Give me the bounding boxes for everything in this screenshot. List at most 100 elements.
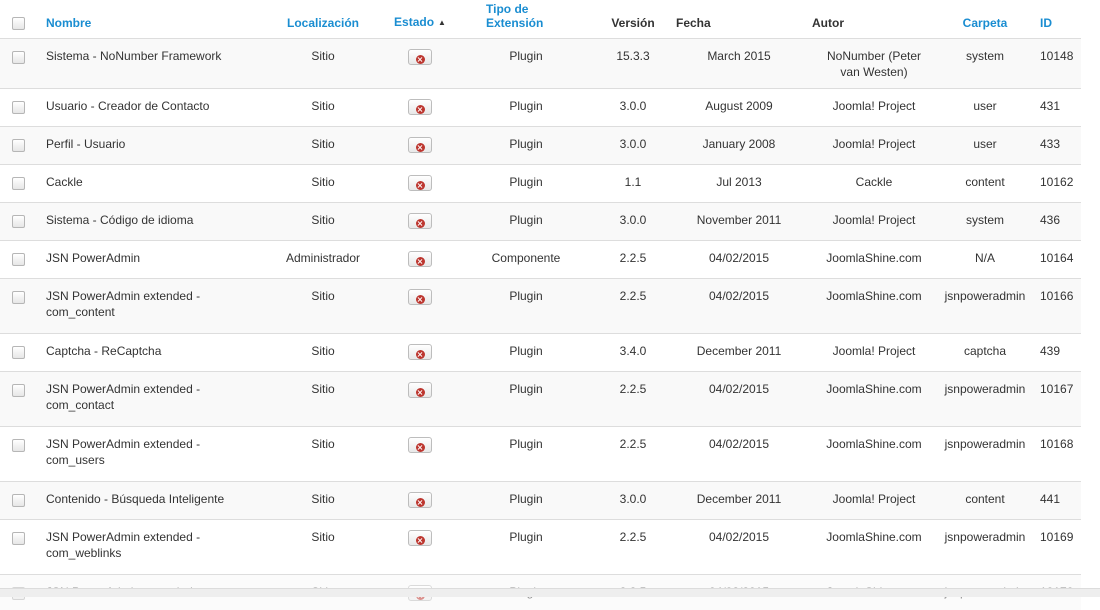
status-toggle-button[interactable]: × [408,437,432,453]
disabled-x-icon: × [416,443,425,452]
cell-select [0,127,36,165]
cell-tipo: Componente [452,241,600,279]
cell-tipo: Plugin [452,520,600,575]
cell-id: 10166 [1034,279,1081,334]
disabled-x-icon: × [416,181,425,190]
cell-carpeta: content [936,482,1034,520]
col-header-nombre[interactable]: Nombre [36,0,258,39]
disabled-x-icon: × [416,143,425,152]
cell-localizacion: Sitio [258,89,388,127]
row-checkbox[interactable] [12,494,25,507]
cell-version: 2.2.5 [600,241,666,279]
disabled-x-icon: × [416,295,425,304]
status-toggle-button[interactable]: × [408,492,432,508]
cell-localizacion: Sitio [258,520,388,575]
cell-version: 15.3.3 [600,39,666,89]
cell-localizacion: Sitio [258,482,388,520]
cell-select [0,372,36,427]
row-checkbox[interactable] [12,384,25,397]
cell-nombre: Perfil - Usuario [36,127,258,165]
status-toggle-button[interactable]: × [408,99,432,115]
cell-id: 439 [1034,334,1081,372]
cell-nombre: JSN PowerAdmin extended - com_content [36,279,258,334]
cell-select [0,203,36,241]
row-checkbox[interactable] [12,139,25,152]
extensions-table: Nombre Localización Estado▲ Tipo de Exte… [0,0,1081,610]
cell-fecha: Jul 2013 [666,165,812,203]
col-header-carpeta[interactable]: Carpeta [936,0,1034,39]
table-row: Sistema - NoNumber FrameworkSitio×Plugin… [0,39,1081,89]
cell-estado: × [388,241,452,279]
row-checkbox[interactable] [12,346,25,359]
cell-estado: × [388,279,452,334]
status-toggle-button[interactable]: × [408,530,432,546]
status-toggle-button[interactable]: × [408,251,432,267]
cell-localizacion: Sitio [258,372,388,427]
cell-fecha: January 2008 [666,127,812,165]
cell-autor: Joomla! Project [812,203,936,241]
cell-fecha: 04/02/2015 [666,279,812,334]
cell-autor: Joomla! Project [812,89,936,127]
row-checkbox[interactable] [12,101,25,114]
cell-localizacion: Sitio [258,334,388,372]
cell-version: 3.0.0 [600,89,666,127]
cell-tipo: Plugin [452,89,600,127]
status-toggle-button[interactable]: × [408,213,432,229]
row-checkbox[interactable] [12,532,25,545]
col-header-id[interactable]: ID [1034,0,1081,39]
disabled-x-icon: × [416,536,425,545]
status-toggle-button[interactable]: × [408,382,432,398]
cell-autor: Cackle [812,165,936,203]
status-toggle-button[interactable]: × [408,137,432,153]
cell-nombre: Sistema - NoNumber Framework [36,39,258,89]
row-checkbox[interactable] [12,51,25,64]
table-row: JSN PowerAdmin extended - com_contentSit… [0,279,1081,334]
cell-carpeta: jsnpoweradmin [936,427,1034,482]
cell-select [0,89,36,127]
row-checkbox[interactable] [12,177,25,190]
cell-id: 436 [1034,203,1081,241]
cell-id: 10162 [1034,165,1081,203]
col-header-localizacion[interactable]: Localización [258,0,388,39]
disabled-x-icon: × [416,219,425,228]
cell-nombre: Captcha - ReCaptcha [36,334,258,372]
cell-autor: NoNumber (Peter van Westen) [812,39,936,89]
cell-carpeta: content [936,165,1034,203]
table-row: Perfil - UsuarioSitio×Plugin3.0.0January… [0,127,1081,165]
status-toggle-button[interactable]: × [408,344,432,360]
select-all-checkbox[interactable] [12,17,25,30]
table-row: Usuario - Creador de ContactoSitio×Plugi… [0,89,1081,127]
cell-localizacion: Sitio [258,279,388,334]
cell-carpeta: user [936,127,1034,165]
cell-id: 10167 [1034,372,1081,427]
row-checkbox[interactable] [12,253,25,266]
status-toggle-button[interactable]: × [408,289,432,305]
status-toggle-button[interactable]: × [408,49,432,65]
table-body: Sistema - NoNumber FrameworkSitio×Plugin… [0,39,1081,610]
row-checkbox[interactable] [12,291,25,304]
row-checkbox[interactable] [12,439,25,452]
disabled-x-icon: × [416,55,425,64]
col-header-tipo[interactable]: Tipo de Extensión [452,0,600,39]
cell-nombre: Cackle [36,165,258,203]
table-row: JSN PowerAdmin extended - com_contactSit… [0,372,1081,427]
cell-nombre: Contenido - Búsqueda Inteligente [36,482,258,520]
cell-fecha: December 2011 [666,334,812,372]
cell-id: 431 [1034,89,1081,127]
cell-estado: × [388,127,452,165]
cell-carpeta: jsnpoweradmin [936,372,1034,427]
cell-autor: JoomlaShine.com [812,520,936,575]
cell-estado: × [388,165,452,203]
cell-estado: × [388,203,452,241]
cell-autor: JoomlaShine.com [812,241,936,279]
col-header-estado[interactable]: Estado▲ [388,0,452,39]
cell-select [0,520,36,575]
cell-id: 10168 [1034,427,1081,482]
status-toggle-button[interactable]: × [408,175,432,191]
cell-fecha: March 2015 [666,39,812,89]
cell-tipo: Plugin [452,203,600,241]
cell-tipo: Plugin [452,127,600,165]
row-checkbox[interactable] [12,215,25,228]
cell-estado: × [388,334,452,372]
cell-select [0,165,36,203]
